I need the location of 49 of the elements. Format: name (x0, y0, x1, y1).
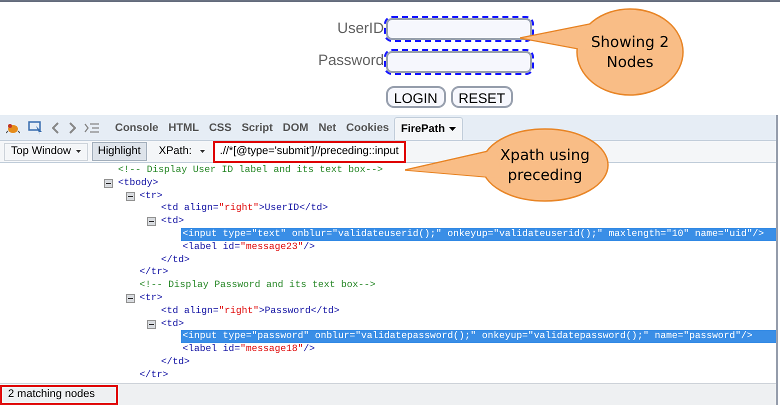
inspect-icon[interactable] (28, 121, 44, 135)
collapse-toggle-icon[interactable] (104, 178, 113, 188)
code-line: </td> (161, 356, 190, 367)
input-field[interactable] (386, 18, 532, 40)
code-comment: <!-- Display User ID label and its text box--> (118, 164, 383, 175)
highlight-button[interactable]: Highlight (92, 142, 147, 161)
code-line: <tr> (140, 292, 163, 303)
code-line: <td> (161, 215, 184, 226)
bug-icon[interactable] (6, 122, 20, 134)
caret-icon (448, 127, 456, 131)
input-field[interactable] (386, 50, 532, 73)
frame-dropdown[interactable]: Top Window (4, 142, 88, 160)
code-line: <td align="right">Password</td> (161, 304, 340, 316)
code-line: </tr> (140, 266, 168, 278)
code-line: </td> (161, 254, 190, 265)
xpath-label: XPath: (158, 144, 192, 160)
code-line: <tr> (140, 190, 163, 201)
tab[interactable]: Console (110, 117, 164, 140)
tab[interactable]: DOM (278, 117, 314, 140)
callout-text: Showing 2 Nodes (590, 32, 670, 72)
forward-icon[interactable] (68, 122, 76, 134)
code-comment: <!-- Display Password and its text box--> (140, 279, 376, 290)
back-icon[interactable] (52, 122, 60, 134)
collapse-toggle-icon[interactable] (126, 294, 134, 303)
form-button[interactable]: RESET (450, 86, 514, 108)
tab[interactable]: FirePath (394, 117, 463, 140)
collapse-toggle-icon[interactable] (147, 320, 156, 329)
code-line[interactable]: <label id="message23"/> (182, 240, 315, 252)
code-line: </tr> (140, 368, 168, 380)
caret-icon (76, 150, 81, 153)
collapse-toggle-icon[interactable] (126, 192, 134, 201)
command-line-icon[interactable] (84, 123, 100, 133)
tab[interactable]: Script (236, 117, 278, 140)
caret-icon[interactable] (200, 150, 205, 153)
form-button[interactable]: LOGIN (386, 86, 446, 108)
callout-text: Xpath using preceding (499, 145, 591, 185)
field-label: UserID (336, 18, 384, 39)
tab[interactable]: CSS (204, 117, 237, 140)
code-line: <tbody> (118, 176, 158, 188)
code-line: <td> (161, 318, 184, 329)
field-label: Password (318, 51, 384, 72)
status-text: 2 matching nodes (0, 384, 118, 404)
collapse-toggle-icon[interactable] (147, 217, 156, 226)
tab[interactable]: Net (313, 117, 342, 140)
code-line[interactable]: <label id="message18"/> (182, 343, 315, 354)
xpath-input-field[interactable]: .//*[@type='submit']//preceding::input (212, 140, 406, 162)
tab[interactable]: Cookies (341, 117, 394, 140)
code-line: <td align="right">UserID</td> (161, 202, 328, 214)
tab[interactable]: HTML (163, 117, 204, 140)
